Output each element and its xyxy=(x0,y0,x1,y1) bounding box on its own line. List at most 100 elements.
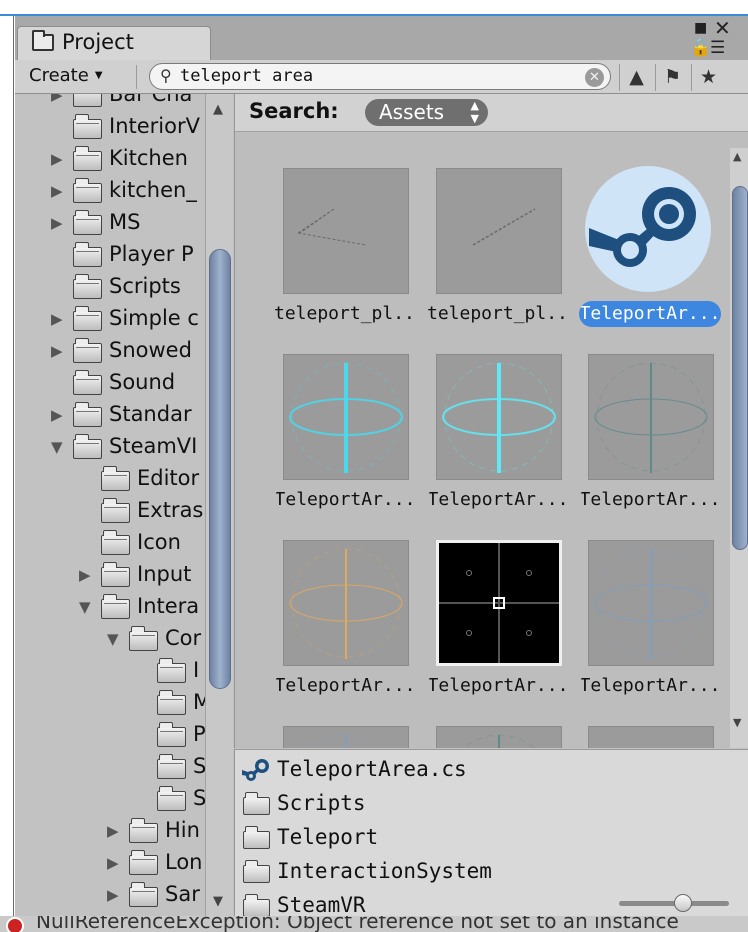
favorite-star-icon[interactable]: ★ xyxy=(691,64,725,91)
asset-thumbnail xyxy=(283,540,409,666)
asset-tile[interactable]: teleport_pl... xyxy=(421,168,569,346)
folder-icon xyxy=(32,30,54,51)
folder-icon xyxy=(73,434,102,459)
path-item-label: Teleport xyxy=(277,825,379,849)
folder-icon xyxy=(243,860,270,883)
tree-item-label: I xyxy=(193,658,200,682)
folder-icon xyxy=(101,562,130,587)
collapsed-arrow-icon[interactable]: ▶ xyxy=(51,214,63,232)
folder-icon xyxy=(129,818,158,843)
folder-icon xyxy=(157,658,186,683)
tab-project[interactable]: Project xyxy=(17,26,211,60)
collapsed-arrow-icon[interactable]: ▶ xyxy=(107,854,119,872)
window-title-strip xyxy=(0,0,748,16)
asset-name: TeleportAr... xyxy=(274,675,416,696)
tree-scroll-thumb[interactable] xyxy=(209,249,231,689)
create-dropdown-button[interactable]: Create ▼ xyxy=(29,65,103,91)
grid-scrollbar[interactable]: ▲ ▼ xyxy=(730,148,748,748)
expanded-arrow-icon[interactable]: ▼ xyxy=(79,598,91,616)
project-toolbar: Create ▼ ⚲ ✕ ▲ ⚑ ★ xyxy=(15,60,748,94)
asset-thumbnail xyxy=(283,726,409,748)
steam-icon xyxy=(585,166,711,292)
asset-name: teleport_pl... xyxy=(274,303,416,324)
collapsed-arrow-icon[interactable]: ▶ xyxy=(51,342,63,360)
folder-icon xyxy=(129,882,158,907)
asset-tile[interactable] xyxy=(573,726,714,748)
folder-icon xyxy=(101,530,130,555)
scroll-down-arrow-icon[interactable]: ▼ xyxy=(733,716,741,729)
collapsed-arrow-icon[interactable]: ▶ xyxy=(51,406,63,424)
zoom-slider-knob[interactable] xyxy=(674,894,692,912)
folder-icon xyxy=(73,306,102,331)
asset-tile[interactable] xyxy=(268,726,409,748)
close-icon[interactable]: ✕ xyxy=(714,16,731,40)
asset-thumbnail xyxy=(588,354,714,480)
collapsed-arrow-icon[interactable]: ▶ xyxy=(51,310,63,328)
asset-name: TeleportAr... xyxy=(427,489,569,510)
asset-tile[interactable]: TeleportAr... xyxy=(421,354,568,532)
tree-item-label: Standar xyxy=(109,402,192,426)
search-by-type-icon[interactable]: ▲ xyxy=(619,64,653,91)
collapsed-arrow-icon[interactable]: ▶ xyxy=(107,822,119,840)
expanded-arrow-icon[interactable]: ▼ xyxy=(51,438,63,456)
search-field[interactable]: ⚲ ✕ xyxy=(149,63,611,90)
asset-thumbnail xyxy=(588,540,714,666)
asset-tile[interactable]: TeleportAr... xyxy=(573,354,720,532)
asset-tile[interactable]: teleport_pl... xyxy=(268,168,416,346)
tree-item-label: Editor xyxy=(137,466,200,490)
folder-icon xyxy=(101,594,130,619)
asset-tile[interactable] xyxy=(421,726,562,748)
teleport-area-preview-icon xyxy=(442,362,556,473)
tree-item-label: Intera xyxy=(137,594,200,618)
window-left-border xyxy=(0,16,14,916)
tree-item-label: Extras xyxy=(137,498,204,522)
thumbnail-zoom-slider[interactable] xyxy=(619,894,729,912)
asset-grid-pane: Search: Assets ▲ ▼ teleport_pl... teleport… xyxy=(234,94,748,748)
collapsed-arrow-icon[interactable]: ▶ xyxy=(79,566,91,584)
tab-project-label: Project xyxy=(62,30,134,54)
lock-icon[interactable]: 🔒 xyxy=(690,38,711,58)
create-label: Create xyxy=(29,65,89,86)
window-controls: ■ ✕ 🔒 ☰ xyxy=(688,16,748,60)
toolbar-divider xyxy=(136,65,137,89)
asset-name: TeleportAr... xyxy=(579,675,721,696)
collapsed-arrow-icon[interactable]: ▶ xyxy=(51,94,63,104)
asset-tile[interactable]: TeleportAr... xyxy=(268,540,415,718)
asset-tile[interactable]: TeleportAr... xyxy=(421,540,568,718)
scroll-up-arrow-icon[interactable]: ▲ xyxy=(733,150,741,163)
folder-icon xyxy=(157,722,186,747)
folder-icon xyxy=(73,274,102,299)
tree-item-label: InteriorV xyxy=(109,114,200,138)
error-message: NullReferenceException: Object reference… xyxy=(36,916,679,932)
folder-icon xyxy=(101,498,130,523)
collapsed-arrow-icon[interactable]: ▶ xyxy=(107,886,119,904)
tab-bar: Project ■ ✕ 🔒 ☰ xyxy=(15,16,748,60)
teleport-area-preview-icon xyxy=(289,548,403,659)
clear-search-icon[interactable]: ✕ xyxy=(585,68,604,87)
grid-scroll-thumb[interactable] xyxy=(732,186,748,550)
tree-item-label: Input xyxy=(137,562,192,586)
maximize-icon[interactable]: ■ xyxy=(694,20,707,36)
console-status-bar[interactable]: NullReferenceException: Object reference… xyxy=(0,916,748,932)
collapsed-arrow-icon[interactable]: ▶ xyxy=(51,182,63,200)
search-by-label-icon[interactable]: ⚑ xyxy=(655,64,689,91)
search-scope-bar: Search: Assets ▲ ▼ xyxy=(235,94,748,132)
expanded-arrow-icon[interactable]: ▼ xyxy=(107,630,119,648)
scroll-up-arrow-icon[interactable]: ▲ xyxy=(213,102,223,117)
asset-tile[interactable]: TeleportAr... xyxy=(268,354,415,532)
scroll-down-arrow-icon[interactable]: ▼ xyxy=(213,894,223,909)
folder-icon xyxy=(73,146,102,171)
search-input[interactable] xyxy=(180,65,580,87)
search-scope-dropdown[interactable]: Assets ▲ ▼ xyxy=(365,99,488,126)
tree-item-label: Sar xyxy=(165,882,200,906)
tree-item-label: M xyxy=(193,690,205,714)
asset-tile[interactable]: TeleportAr... xyxy=(573,540,720,718)
tree-item-label: kitchen_ xyxy=(109,178,197,202)
context-menu-icon[interactable]: ☰ xyxy=(710,38,725,58)
collapsed-arrow-icon[interactable]: ▶ xyxy=(51,150,63,168)
folder-icon xyxy=(73,370,102,395)
asset-tile[interactable]: TeleportAr... xyxy=(573,166,721,346)
tree-item-label: Cor xyxy=(165,626,202,650)
folder-icon xyxy=(73,94,102,107)
tree-scrollbar[interactable]: ▲ ▼ xyxy=(205,94,233,916)
